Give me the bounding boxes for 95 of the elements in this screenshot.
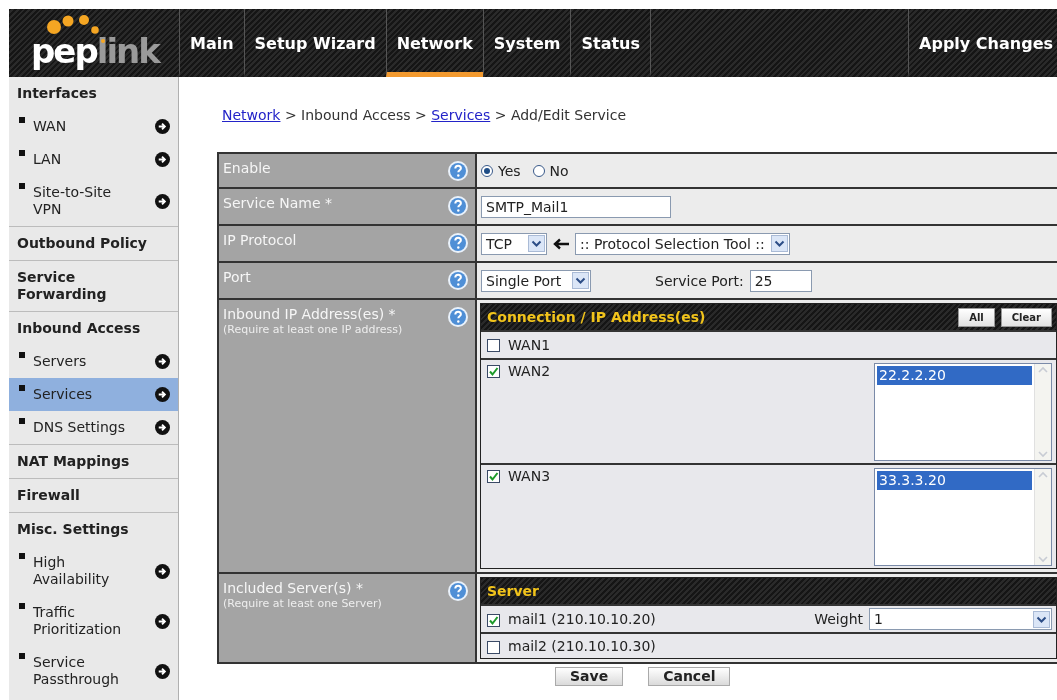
bullet-icon — [19, 653, 25, 659]
apply-changes-button[interactable]: Apply Changes — [908, 9, 1057, 77]
sidebar-item[interactable]: LAN — [9, 143, 178, 176]
sidebar-section[interactable]: Interfaces — [9, 77, 165, 110]
radio-button[interactable] — [481, 164, 493, 177]
checkbox[interactable] — [487, 365, 500, 378]
bullet-icon — [19, 117, 25, 123]
nav-tab[interactable]: Setup Wizard — [243, 9, 386, 77]
field-label: Inbound IP Address(es) * — [223, 306, 397, 323]
checkbox[interactable] — [487, 640, 500, 654]
sidebar-section[interactable]: NAT Mappings — [9, 445, 165, 478]
nav-tab[interactable]: Network — [385, 9, 483, 77]
arrow-circle-icon — [155, 387, 170, 402]
sidebar-item[interactable]: DNS Settings — [9, 411, 178, 444]
sidebar-section[interactable]: Firewall — [9, 479, 165, 512]
field-note: (Require at least one IP address) — [223, 323, 403, 336]
weight-select[interactable]: 1 — [869, 608, 1052, 630]
nav-tab[interactable]: Main — [179, 9, 244, 77]
server-name: mail1 (210.10.10.20) — [508, 610, 657, 628]
arrow-circle-icon — [155, 663, 170, 679]
checkbox[interactable] — [487, 470, 500, 483]
arrow-circle-icon — [155, 193, 170, 209]
checkbox[interactable] — [487, 339, 500, 352]
field-label: Included Server(s) * — [223, 580, 364, 597]
radio-label: Yes — [498, 162, 521, 179]
panel-button[interactable]: Clear — [1000, 307, 1052, 327]
bullet-icon — [19, 603, 25, 609]
radio-label: No — [549, 162, 569, 179]
protocol-select[interactable]: TCP — [481, 232, 547, 255]
panel-title: Connection / IP Address(es) — [487, 309, 707, 325]
service-port-field[interactable]: 25 — [749, 269, 812, 292]
bullet-icon — [19, 418, 25, 424]
logo: peplink — [31, 31, 159, 71]
nav-tab[interactable]: System — [482, 9, 571, 77]
breadcrumb: Network > Inbound Access > Services > Add/Edit Service — [222, 107, 628, 124]
arrow-circle-icon — [155, 420, 170, 435]
checkbox[interactable] — [487, 613, 500, 627]
address-list[interactable]: 33.3.3.20 — [874, 468, 1052, 566]
connection-name: WAN3 — [508, 468, 552, 485]
panel-title: Server — [487, 583, 540, 599]
breadcrumb-link[interactable]: Network — [222, 107, 281, 123]
address-list[interactable]: 22.2.2.20 — [874, 363, 1052, 461]
sidebar-item[interactable]: Traffic Prioritization — [9, 596, 178, 646]
dropdown-icon — [572, 272, 589, 289]
address-option[interactable]: 33.3.3.20 — [877, 471, 1032, 490]
form-button[interactable]: Cancel — [648, 667, 731, 686]
field-label: Enable — [223, 160, 271, 177]
sidebar-section[interactable]: Service Forwarding — [9, 261, 165, 311]
nav-tab[interactable]: Status — [570, 9, 651, 77]
help-icon[interactable] — [447, 160, 469, 182]
service-name-field[interactable]: SMTP_Mail1 — [481, 195, 671, 218]
sidebar-item[interactable]: Services — [9, 378, 178, 411]
left-arrow-icon — [553, 237, 569, 250]
bullet-icon — [19, 385, 25, 391]
bullet-icon — [19, 352, 25, 358]
help-icon[interactable] — [447, 306, 469, 328]
sidebar-item[interactable]: WAN — [9, 110, 178, 143]
connection-name: WAN1 — [508, 337, 552, 354]
address-option[interactable]: 22.2.2.20 — [877, 366, 1032, 385]
help-icon[interactable] — [447, 232, 469, 254]
field-label: Service Name * — [223, 195, 332, 212]
service-port-label: Service Port: — [655, 272, 744, 289]
radio-button[interactable] — [532, 164, 545, 177]
help-icon[interactable] — [447, 269, 469, 291]
arrow-circle-icon — [155, 354, 170, 369]
bullet-icon — [19, 183, 25, 189]
dropdown-icon — [528, 235, 545, 252]
bullet-icon — [19, 553, 25, 559]
field-label: Port — [223, 269, 251, 286]
port-type-select[interactable]: Single Port — [481, 269, 591, 292]
protocol-tool-select[interactable]: :: Protocol Selection Tool :: — [575, 232, 790, 255]
sidebar-section[interactable]: Inbound Access — [9, 312, 165, 345]
dropdown-icon — [1033, 610, 1050, 628]
field-label: IP Protocol — [223, 232, 297, 249]
weight-label: Weight — [814, 611, 863, 627]
arrow-circle-icon — [155, 119, 170, 134]
panel-button[interactable]: All — [958, 307, 995, 327]
form-button[interactable]: Save — [555, 667, 624, 686]
sidebar-section[interactable]: Misc. Settings — [9, 513, 165, 546]
sidebar-section[interactable]: Outbound Policy — [9, 227, 165, 260]
help-icon[interactable] — [447, 195, 469, 217]
bullet-icon — [19, 150, 25, 156]
arrow-circle-icon — [155, 563, 170, 579]
connection-name: WAN2 — [508, 363, 552, 380]
help-icon[interactable] — [447, 580, 469, 602]
sidebar-item[interactable]: Servers — [9, 345, 178, 378]
arrow-circle-icon — [155, 152, 170, 167]
dropdown-icon — [770, 235, 788, 252]
sidebar-item[interactable]: High Availability — [9, 546, 178, 596]
breadcrumb-link[interactable]: Services — [431, 107, 491, 123]
arrow-circle-icon — [155, 613, 170, 629]
sidebar-item[interactable]: Service Passthrough — [9, 646, 178, 696]
sidebar-item[interactable]: Site-to-Site VPN — [9, 176, 178, 226]
server-name: mail2 (210.10.10.30) — [508, 637, 657, 655]
field-note: (Require at least one Server) — [223, 597, 382, 610]
